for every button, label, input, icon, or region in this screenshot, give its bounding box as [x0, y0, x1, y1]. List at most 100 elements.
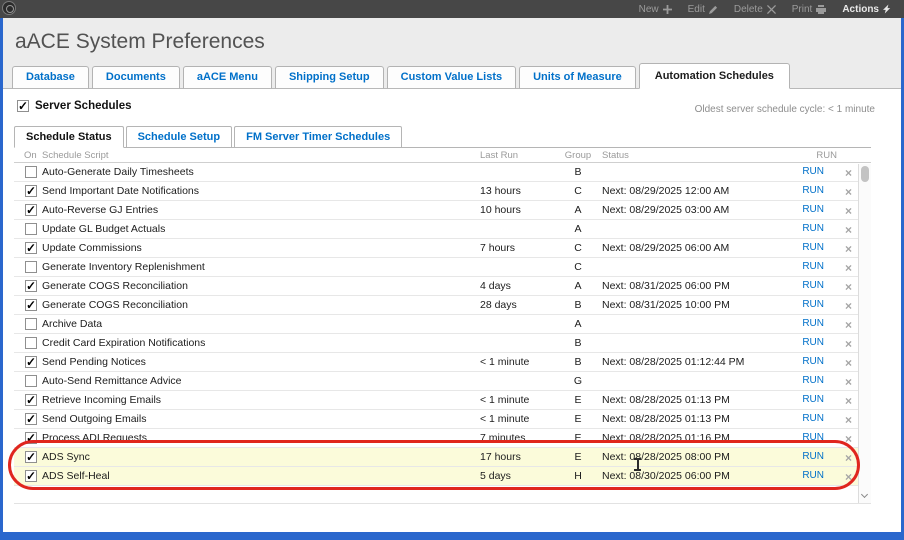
row-run-link[interactable]: RUN — [802, 451, 824, 462]
row-remove-icon[interactable]: × — [845, 280, 852, 294]
row-on-checkbox[interactable]: ✓ — [25, 413, 37, 425]
row-remove-icon[interactable]: × — [845, 470, 852, 484]
row-run-link[interactable]: RUN — [802, 223, 824, 234]
scrollbar-thumb[interactable] — [861, 166, 869, 182]
row-remove-icon[interactable]: × — [845, 413, 852, 427]
row-last-run: 28 days — [480, 299, 517, 311]
row-on-checkbox[interactable]: ✓ — [25, 280, 37, 292]
table-row[interactable]: ✓ Send Pending Notices < 1 minute B Next: 08… — [14, 353, 858, 372]
row-remove-icon[interactable]: × — [845, 299, 852, 313]
row-on-checkbox[interactable] — [25, 166, 37, 178]
table-row[interactable]: ✓ ADS Sync 17 hours E Next: 08/28/2025 08:00… — [14, 448, 858, 467]
row-on-checkbox[interactable]: ✓ — [25, 185, 37, 197]
toolbar-print-button[interactable]: Print — [792, 4, 827, 15]
table-row[interactable]: ✓ Process ADI Requests 7 minutes E Next: 08/… — [14, 429, 858, 448]
table-row[interactable]: ✓ Send Important Date Notifications 13 hou… — [14, 182, 858, 201]
table-row[interactable]: ✓ Auto-Reverse GJ Entries 10 hours A Next: 0… — [14, 201, 858, 220]
table-row[interactable]: ✓ Retrieve Incoming Emails < 1 minute E Next… — [14, 391, 858, 410]
row-on-checkbox[interactable] — [25, 261, 37, 273]
table-row[interactable]: Update GL Budget Actuals A RUN × — [14, 220, 858, 239]
row-on-checkbox[interactable]: ✓ — [25, 394, 37, 406]
table-row[interactable]: ✓ Send Outgoing Emails < 1 minute E Next: 08… — [14, 410, 858, 429]
tab-aace-menu[interactable]: aACE Menu — [182, 66, 272, 89]
row-remove-icon[interactable]: × — [845, 394, 852, 408]
table-row[interactable]: Generate Inventory Replenishment C RUN × — [14, 258, 858, 277]
row-run-link[interactable]: RUN — [802, 242, 824, 253]
toolbar-delete-button[interactable]: Delete — [734, 4, 776, 15]
row-remove-icon[interactable]: × — [845, 432, 852, 446]
row-run-link[interactable]: RUN — [802, 337, 824, 348]
row-status: Next: 08/31/2025 10:00 PM — [602, 299, 730, 311]
row-run-link[interactable]: RUN — [802, 356, 824, 367]
table-row[interactable]: ✓ ADS Self-Heal 5 days H Next: 08/30/2025 06… — [14, 467, 858, 486]
table-row[interactable]: ✓ Update Commissions 7 hours C Next: 08/29/2… — [14, 239, 858, 258]
row-remove-icon[interactable]: × — [845, 223, 852, 237]
header-status: Status — [602, 150, 629, 161]
server-schedules-checkbox[interactable]: ✓ — [17, 100, 29, 112]
row-remove-icon[interactable]: × — [845, 204, 852, 218]
row-last-run: 7 minutes — [480, 432, 526, 444]
row-status: Next: 08/28/2025 01:12:44 PM — [602, 356, 745, 368]
tab-documents[interactable]: Documents — [91, 66, 180, 89]
table-row[interactable]: Archive Data A RUN × — [14, 315, 858, 334]
row-group: B — [574, 356, 582, 368]
row-run-link[interactable]: RUN — [802, 394, 824, 405]
row-status: Next: 08/29/2025 06:00 AM — [602, 242, 730, 254]
toolbar-edit-button[interactable]: Edit — [688, 4, 718, 15]
row-remove-icon[interactable]: × — [845, 261, 852, 275]
tab-units-of-measure[interactable]: Units of Measure — [519, 66, 636, 89]
row-on-checkbox[interactable] — [25, 318, 37, 330]
row-remove-icon[interactable]: × — [845, 375, 852, 389]
row-remove-icon[interactable]: × — [845, 451, 852, 465]
row-run-link[interactable]: RUN — [802, 299, 824, 310]
row-run-link[interactable]: RUN — [802, 166, 824, 177]
row-run-link[interactable]: RUN — [802, 318, 824, 329]
row-run-link[interactable]: RUN — [802, 432, 824, 443]
row-on-checkbox[interactable] — [25, 337, 37, 349]
subtab-schedule-status[interactable]: Schedule Status — [14, 126, 124, 148]
toolbar-actions-button[interactable]: Actions — [842, 4, 892, 15]
row-remove-icon[interactable]: × — [845, 337, 852, 351]
row-on-checkbox[interactable] — [25, 375, 37, 387]
row-on-checkbox[interactable]: ✓ — [25, 204, 37, 216]
row-on-checkbox[interactable]: ✓ — [25, 356, 37, 368]
tab-custom-value-lists[interactable]: Custom Value Lists — [386, 66, 517, 89]
row-remove-icon[interactable]: × — [845, 242, 852, 256]
table-header-row: On Schedule Script Last Run Group Status… — [14, 147, 871, 163]
row-on-checkbox[interactable]: ✓ — [25, 299, 37, 311]
scrollbar-down-arrow-icon[interactable] — [860, 490, 869, 499]
tab-automation-schedules[interactable]: Automation Schedules — [638, 63, 790, 89]
row-remove-icon[interactable]: × — [845, 166, 852, 180]
row-on-checkbox[interactable]: ✓ — [25, 432, 37, 444]
table-row[interactable]: Credit Card Expiration Notifications B RUN… — [14, 334, 858, 353]
row-remove-icon[interactable]: × — [845, 318, 852, 332]
row-on-checkbox[interactable]: ✓ — [25, 451, 37, 463]
tab-shipping-setup[interactable]: Shipping Setup — [274, 66, 384, 89]
table-row[interactable]: ✓ Generate COGS Reconciliation 4 days A Next… — [14, 277, 858, 296]
row-remove-icon[interactable]: × — [845, 185, 852, 199]
subtab-schedule-setup[interactable]: Schedule Setup — [125, 126, 233, 148]
row-remove-icon[interactable]: × — [845, 356, 852, 370]
row-run-link[interactable]: RUN — [802, 470, 824, 481]
table-row[interactable]: Auto-Generate Daily Timesheets B RUN × — [14, 163, 858, 182]
row-on-checkbox[interactable]: ✓ — [25, 242, 37, 254]
row-script-name: Generate COGS Reconciliation — [42, 280, 188, 292]
table-row[interactable]: Auto-Send Remittance Advice G RUN × — [14, 372, 858, 391]
row-run-link[interactable]: RUN — [802, 280, 824, 291]
row-run-link[interactable]: RUN — [802, 413, 824, 424]
pencil-icon — [708, 5, 718, 14]
row-run-link[interactable]: RUN — [802, 375, 824, 386]
toolbar-new-button[interactable]: New — [639, 4, 672, 15]
row-status: Next: 08/28/2025 01:16 PM — [602, 432, 730, 444]
row-on-checkbox[interactable]: ✓ — [25, 470, 37, 482]
row-group: A — [574, 280, 582, 292]
subtab-fm-server-timer-schedules[interactable]: FM Server Timer Schedules — [234, 126, 403, 148]
server-schedules-toggle-row: ✓ Server Schedules — [17, 100, 132, 112]
row-run-link[interactable]: RUN — [802, 261, 824, 272]
row-run-link[interactable]: RUN — [802, 204, 824, 215]
row-run-link[interactable]: RUN — [802, 185, 824, 196]
table-row[interactable]: ✓ Generate COGS Reconciliation 28 days B Nex… — [14, 296, 858, 315]
tab-database[interactable]: Database — [12, 66, 89, 89]
scrollbar[interactable] — [858, 164, 871, 503]
row-on-checkbox[interactable] — [25, 223, 37, 235]
